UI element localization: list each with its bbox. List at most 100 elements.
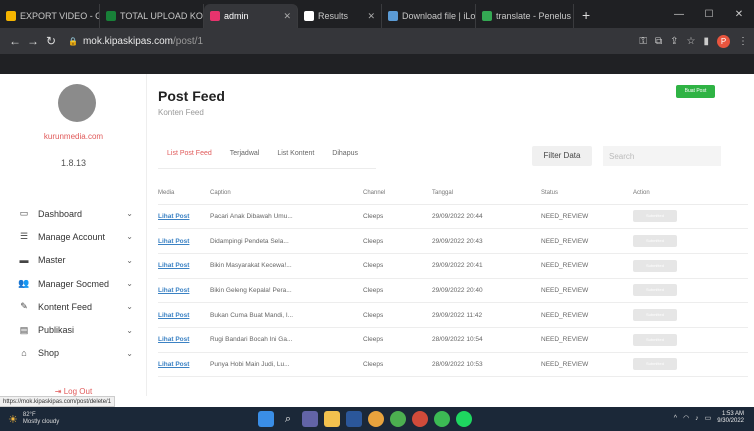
sidebar-item[interactable]: 👥 Manager Socmed ⌄ xyxy=(0,272,147,295)
action-cell: Submitted xyxy=(633,278,748,304)
system-tray: ^ ◠ ♪ ▭ 1:53 AM 9/30/2022 xyxy=(674,411,744,425)
submitted-button[interactable]: Submitted xyxy=(633,210,677,223)
sidebar-item[interactable]: ✎ Kontent Feed ⌄ xyxy=(0,295,147,318)
browser-tab[interactable]: EXPORT VIDEO - G✕ xyxy=(0,4,100,28)
content-tab[interactable]: List Kontent xyxy=(268,144,323,163)
logout-link[interactable]: ⇥ Log Out xyxy=(0,387,147,396)
view-post-link[interactable]: Lihat Post xyxy=(158,238,189,245)
new-tab-button[interactable]: + xyxy=(574,4,598,28)
tab-close-icon[interactable]: ✕ xyxy=(361,11,375,22)
tab-close-icon[interactable]: ✕ xyxy=(277,11,291,22)
menu-dots-icon[interactable]: ⋮ xyxy=(738,36,748,47)
install-icon[interactable]: ⧉ xyxy=(655,36,662,47)
caption-cell: Punya Hobi Main Judi, Lu... xyxy=(210,352,363,378)
submitted-button[interactable]: Submitted xyxy=(633,235,677,248)
column-header: Tanggal xyxy=(432,182,541,205)
sidepanel-icon[interactable]: ▮ xyxy=(703,36,709,47)
battery-icon[interactable]: ▭ xyxy=(705,414,712,422)
sidebar-item[interactable]: ⌂ Shop ⌄ xyxy=(0,342,147,365)
windows-start-icon[interactable] xyxy=(258,411,274,427)
table-row: Lihat Post Rugi Bandari Bocah Ini Ga... Cl… xyxy=(158,327,748,353)
browser-tab[interactable]: admin ✕ xyxy=(204,4,298,28)
share-icon[interactable]: ⇪ xyxy=(670,36,678,47)
window-controls: — ☐ ✕ xyxy=(664,0,754,28)
browser-tab[interactable]: Download file | iLo✕ xyxy=(382,4,476,28)
submitted-button[interactable]: Submitted xyxy=(633,333,677,346)
minimize-icon[interactable]: — xyxy=(664,9,694,20)
spotify-icon[interactable] xyxy=(456,411,472,427)
submitted-button[interactable]: Submitted xyxy=(633,259,677,272)
tab-title: Download file | iLo xyxy=(402,11,476,21)
view-post-link[interactable]: Lihat Post xyxy=(158,361,189,368)
status-cell: NEED_REVIEW xyxy=(541,228,633,254)
media-cell: Lihat Post xyxy=(158,253,210,279)
status-cell: NEED_REVIEW xyxy=(541,204,633,230)
content-tab[interactable]: Dihapus xyxy=(323,144,367,163)
back-icon[interactable]: ← xyxy=(6,34,24,48)
submitted-button[interactable]: Submitted xyxy=(633,284,677,297)
view-post-link[interactable]: Lihat Post xyxy=(158,336,189,343)
view-post-link[interactable]: Lihat Post xyxy=(158,312,189,319)
file-explorer-icon[interactable] xyxy=(324,411,340,427)
weather-widget[interactable]: ☀ 82°F Mostly cloudy xyxy=(0,412,120,426)
date-cell: 28/09/2022 10:53 xyxy=(432,352,541,378)
forward-icon[interactable]: → xyxy=(24,34,42,48)
chevron-down-icon: ⌄ xyxy=(126,209,133,219)
taskbar-apps: ⌕ xyxy=(258,411,472,427)
filter-data-button[interactable]: Filter Data xyxy=(532,146,592,166)
browser-tab[interactable]: translate - Penelus✕ xyxy=(476,4,574,28)
app-version: 1.8.13 xyxy=(60,158,87,168)
view-post-link[interactable]: Lihat Post xyxy=(158,262,189,269)
search-icon[interactable]: ⌕ xyxy=(280,411,296,427)
wifi-icon[interactable]: ◠ xyxy=(683,414,689,422)
weather-description: Mostly cloudy xyxy=(22,419,60,425)
temperature: 82°F xyxy=(22,412,36,418)
chevron-down-icon: ⌄ xyxy=(126,232,133,242)
content-tab[interactable]: List Post Feed xyxy=(158,144,221,163)
status-cell: NEED_REVIEW xyxy=(541,302,633,328)
volume-icon[interactable]: ♪ xyxy=(695,415,699,422)
channel-cell: Cleeps xyxy=(363,228,432,254)
table-row: Lihat Post Pacari Anak Dibawah Umu... Clee… xyxy=(158,204,748,230)
reload-icon[interactable]: ↻ xyxy=(42,34,60,48)
chrome-profile-icon[interactable] xyxy=(412,411,428,427)
create-post-button[interactable]: Buat Post xyxy=(676,85,715,98)
close-window-icon[interactable]: ✕ xyxy=(724,9,754,20)
clock[interactable]: 1:53 AM 9/30/2022 xyxy=(717,411,744,425)
table-header-row: Media Caption Channel Tanggal Status Action xyxy=(158,182,748,205)
submitted-button[interactable]: Submitted xyxy=(633,358,677,371)
content-tab[interactable]: Terjadwal xyxy=(221,144,269,163)
chrome-secondary-icon[interactable] xyxy=(434,411,450,427)
sidebar-item[interactable]: ▭ Dashboard ⌄ xyxy=(0,202,147,225)
bookmark-star-icon[interactable]: ☆ xyxy=(687,36,696,47)
clock-date: 9/30/2022 xyxy=(717,418,744,424)
teams-icon[interactable] xyxy=(302,411,318,427)
word-icon[interactable] xyxy=(346,411,362,427)
caption-cell: Bikin Masyarakat Kecewa!... xyxy=(210,253,363,279)
sidebar-item[interactable]: ☰ Manage Account ⌄ xyxy=(0,225,147,248)
chrome-alt-icon[interactable] xyxy=(390,411,406,427)
status-cell: NEED_REVIEW xyxy=(541,278,633,304)
view-post-link[interactable]: Lihat Post xyxy=(158,213,189,220)
sidebar-item[interactable]: ▤ Publikasi ⌄ xyxy=(0,318,147,341)
action-cell: Submitted xyxy=(633,327,748,353)
browser-tab[interactable]: TOTAL UPLOAD KO✕ xyxy=(100,4,204,28)
chrome-icon[interactable] xyxy=(368,411,384,427)
url-field[interactable]: 🔒 mok.kipaskipas.com/post/1 xyxy=(68,36,203,47)
key-icon[interactable]: ⚿ xyxy=(639,36,647,47)
sidebar-item-label: Manage Account xyxy=(38,231,106,242)
maximize-icon[interactable]: ☐ xyxy=(694,9,724,20)
search-input[interactable] xyxy=(603,146,721,166)
url-path: /post/1 xyxy=(173,35,204,47)
view-post-link[interactable]: Lihat Post xyxy=(158,287,189,294)
sidebar-item[interactable]: ▬ Master ⌄ xyxy=(0,249,147,272)
media-cell: Lihat Post xyxy=(158,302,210,328)
channel-cell: Cleeps xyxy=(363,204,432,230)
profile-avatar[interactable]: P xyxy=(717,34,730,48)
url-domain: mok.kipaskipas.com xyxy=(82,35,173,47)
browser-tab[interactable]: Results ✕ xyxy=(298,4,382,28)
chevron-up-icon[interactable]: ^ xyxy=(674,415,677,422)
channel-name: Cleeps xyxy=(363,262,384,270)
channel-name: Cleeps xyxy=(363,286,384,294)
submitted-button[interactable]: Submitted xyxy=(633,309,677,322)
